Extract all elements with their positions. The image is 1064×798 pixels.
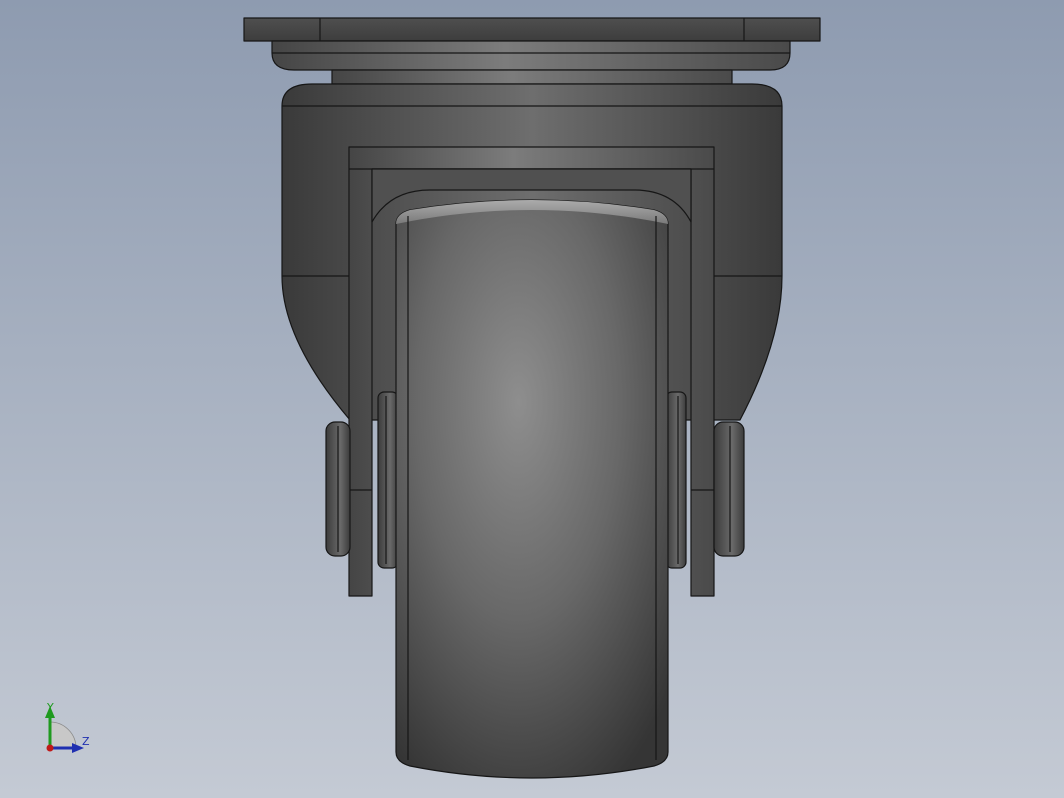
triad-y-label: Y [46, 701, 54, 714]
triad-origin [46, 744, 54, 752]
axle-nut-right [713, 421, 745, 557]
graphics-viewport[interactable]: Y Z [0, 0, 1064, 798]
swivel-bearing [331, 69, 733, 85]
hub-spacer-right [665, 391, 687, 569]
hub-spacer-left [377, 391, 399, 569]
triad-z-label: Z [82, 735, 90, 748]
mounting-plate[interactable] [243, 17, 821, 71]
axle-nut-left [325, 421, 351, 557]
model-canvas[interactable]: Y Z [0, 0, 1064, 798]
wheel[interactable] [395, 199, 669, 779]
